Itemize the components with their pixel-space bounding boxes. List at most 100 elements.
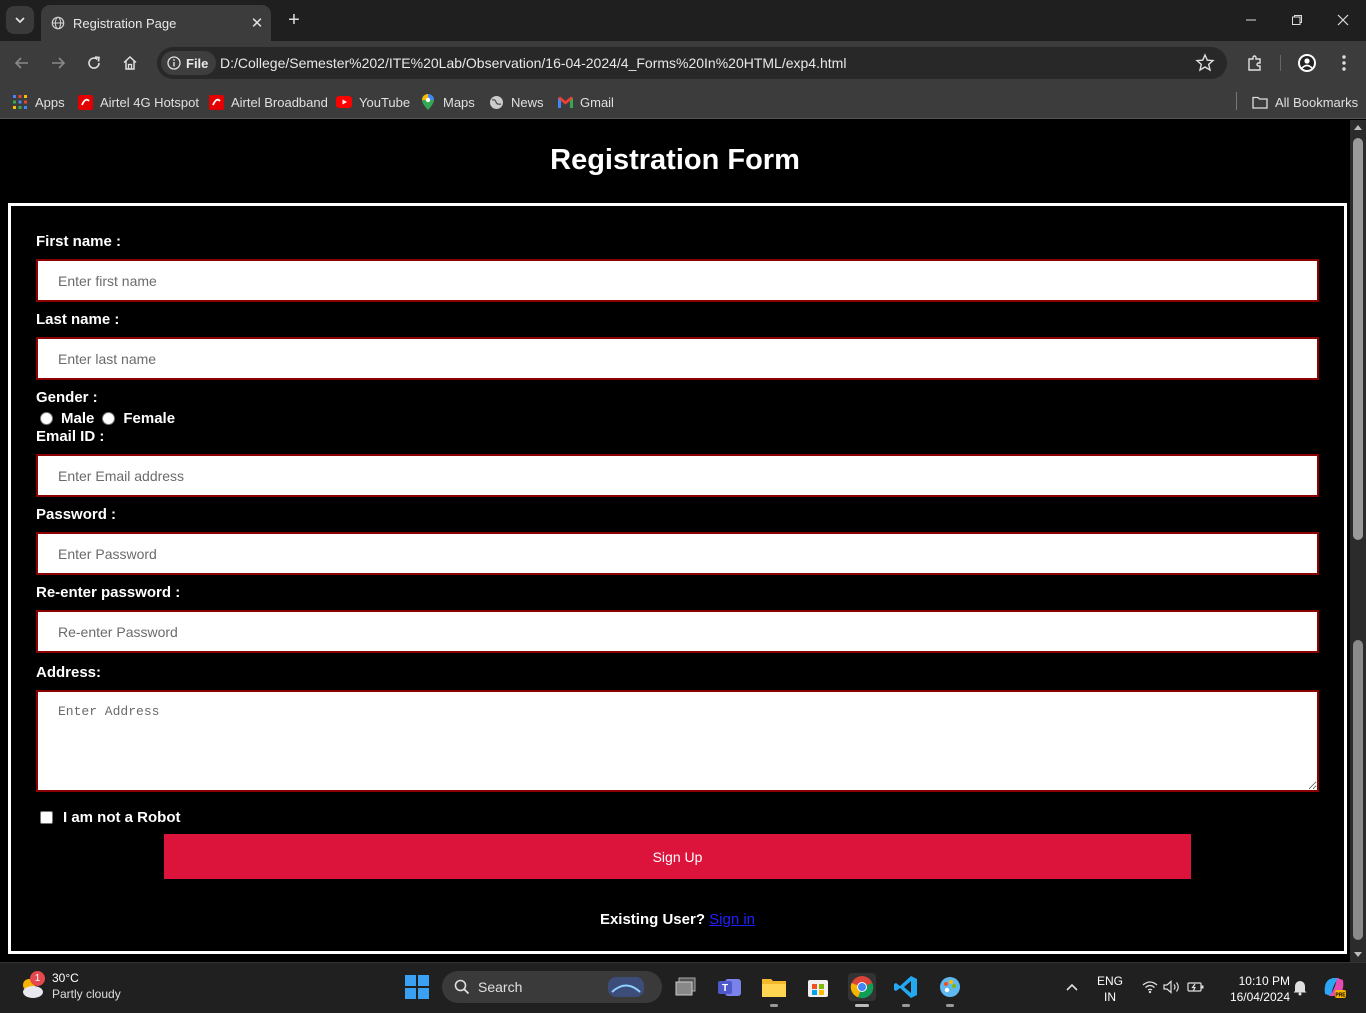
bell-icon [1293,981,1307,996]
chrome-app[interactable] [848,973,876,1007]
bookmark-maps[interactable]: Maps [420,92,475,112]
bookmark-label: Airtel 4G Hotspot [100,94,199,110]
last-name-input[interactable] [36,337,1319,380]
gender-female-radio[interactable] [102,411,116,425]
active-indicator [855,1004,869,1007]
page-scrollbar[interactable] [1350,120,1366,962]
back-button[interactable] [10,51,34,75]
running-indicator [902,1004,910,1007]
home-button[interactable] [118,51,142,75]
profile-button[interactable] [1295,51,1319,75]
bookmark-airtel-4g-hotspot[interactable]: Airtel 4G Hotspot [77,92,199,112]
email-label: Email ID : [36,428,105,445]
paint-palette-icon [940,977,960,997]
bookmark-apps[interactable]: Apps [12,92,65,112]
bookmark-youtube[interactable]: YouTube [336,92,410,112]
first-name-input[interactable] [36,259,1319,302]
clock[interactable]: 10:10 PM 16/04/2024 [1214,973,1290,1005]
svg-text:T: T [722,983,728,994]
teams-app[interactable]: T [716,973,744,1001]
weather-temp: 30°C [52,971,79,985]
gender-male-radio[interactable] [40,411,53,425]
close-tab-icon[interactable]: ✕ [243,14,271,32]
browser-toolbar: File D:/College/Semester%202/ITE%20Lab/O… [0,41,1366,85]
puzzle-icon [1248,55,1261,71]
toolbar-divider [1280,55,1281,71]
reload-icon [88,56,100,69]
sign-up-button[interactable]: Sign Up [164,834,1191,879]
windows-taskbar: 1 30°C Partly cloudy Search T ENG IN 10:… [0,962,1366,1013]
robot-check-row: I am not a Robot [40,807,181,827]
vscode-app[interactable] [892,973,920,1007]
gender-options: Male Female [40,408,175,428]
robot-label: I am not a Robot [63,808,181,826]
url-text[interactable]: D:/College/Semester%202/ITE%20Lab/Observ… [220,55,846,71]
file-explorer-app[interactable] [760,973,788,1007]
tab-search-button[interactable] [6,6,34,34]
microsoft-store-app[interactable] [804,973,832,1001]
password-input[interactable] [36,532,1319,575]
taskbar-search[interactable]: Search [442,971,662,1003]
last-name-label: Last name : [36,311,120,328]
scroll-down-arrow-icon[interactable] [1354,952,1362,957]
close-window-button[interactable] [1331,8,1355,32]
restore-button[interactable] [1285,8,1309,32]
minimize-button[interactable] [1239,8,1263,32]
sign-in-link[interactable]: Sign in [709,911,755,928]
start-button[interactable] [403,973,431,1001]
gender-female-label: Female [123,409,176,427]
all-bookmarks-button[interactable]: All Bookmarks [1252,92,1358,112]
existing-user-row: Existing User? Sign in [11,911,1344,928]
menu-button[interactable] [1332,51,1356,75]
bookmark-star-icon[interactable] [1195,53,1215,73]
wifi-icon [1142,981,1158,994]
more-vertical-icon [1342,55,1346,71]
bookmarks-bar [0,85,1366,119]
bookmark-gmail[interactable]: Gmail [557,92,614,112]
search-label: Search [478,979,523,995]
bookmark-news[interactable]: News [488,92,544,112]
scroll-up-arrow-icon[interactable] [1354,125,1362,130]
gender-male-label: Male [61,409,95,427]
running-indicator [770,1004,778,1007]
notifications-button[interactable] [1286,973,1314,1001]
language-region: IN [1104,990,1116,1004]
bookmark-label: Apps [35,94,65,110]
paint-app[interactable] [936,973,964,1007]
site-info-chip[interactable]: File [161,51,217,75]
address-bar[interactable]: File D:/College/Semester%202/ITE%20Lab/O… [157,47,1227,79]
extensions-button[interactable] [1243,51,1267,75]
tab-title: Registration Page [73,15,177,31]
task-view-button[interactable] [672,973,700,1001]
clock-date: 16/04/2024 [1229,990,1290,1004]
bookmark-label: Airtel Broadband [231,94,328,110]
store-icon [808,980,828,997]
scrollbar-thumb[interactable] [1353,138,1363,540]
new-tab-button[interactable]: + [282,8,306,32]
password-label: Password : [36,506,117,523]
language-indicator[interactable]: ENG IN [1092,973,1128,1005]
gender-label: Gender : [36,389,98,406]
page-viewport: Registration Form First name : Last name… [0,120,1350,962]
forward-button[interactable] [46,51,70,75]
weather-widget[interactable]: 1 30°C Partly cloudy [18,970,121,1002]
airtel-icon [208,94,224,110]
address-textarea[interactable] [36,690,1319,792]
battery-status[interactable] [1182,973,1210,1001]
reenter-password-input[interactable] [36,610,1319,653]
first-name-label: First name : [36,233,122,250]
close-icon [1337,14,1349,26]
copilot-button[interactable]: PRE [1320,973,1348,1001]
copilot-icon: PRE [1324,978,1346,999]
globe-icon [51,16,65,30]
folder-icon [1252,94,1268,110]
email-input[interactable] [36,454,1319,497]
reenter-password-label: Re-enter password : [36,584,181,601]
speaker-icon [1163,980,1179,994]
tab-registration-page[interactable]: Registration Page ✕ [41,5,271,41]
reload-button[interactable] [82,51,106,75]
bookmark-airtel-broadband[interactable]: Airtel Broadband [208,92,328,112]
svg-text:PRE: PRE [1335,993,1346,999]
robot-checkbox[interactable] [40,810,53,824]
show-hidden-icons-button[interactable] [1058,973,1086,1001]
